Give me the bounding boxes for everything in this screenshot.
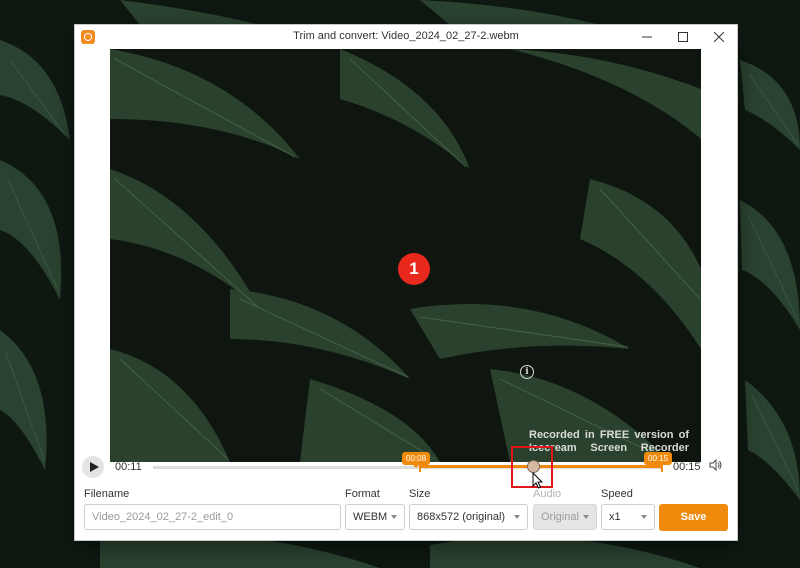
audio-value: Original [541, 511, 579, 523]
maximize-icon [678, 32, 688, 42]
trim-start-marker: 00:08 [402, 452, 431, 468]
close-icon [714, 32, 724, 42]
step-number-badge: 1 [398, 253, 430, 285]
trim-end-handle[interactable]: 00:15 [644, 452, 673, 472]
speed-value: x1 [609, 511, 621, 523]
filename-placeholder: Video_2024_02_27-2_edit_0 [92, 511, 234, 523]
size-value: 868x572 (original) [417, 511, 506, 523]
filename-input[interactable]: Video_2024_02_27-2_edit_0 [84, 504, 341, 530]
title-bar[interactable]: Trim and convert: Video_2024_02_27-2.web… [75, 25, 737, 49]
chevron-down-icon [641, 515, 647, 519]
format-select[interactable]: WEBM [345, 504, 405, 530]
play-button[interactable] [82, 456, 104, 478]
trim-start-handle[interactable]: 00:08 [402, 452, 431, 472]
chevron-down-icon [391, 515, 397, 519]
filename-label: Filename [84, 488, 130, 500]
video-preview[interactable]: 1 i Recorded in FREE version of Icecream… [110, 49, 701, 462]
volume-icon[interactable] [709, 459, 723, 471]
speed-label: Speed [601, 488, 633, 500]
save-button[interactable]: Save [659, 504, 728, 531]
trim-end-marker: 00:15 [644, 452, 673, 468]
size-label: Size [409, 488, 431, 500]
speed-select[interactable]: x1 [601, 504, 655, 530]
chevron-down-icon [514, 515, 520, 519]
chevron-down-icon [583, 515, 589, 519]
current-time: 00:11 [115, 461, 142, 473]
close-button[interactable] [701, 25, 737, 49]
trim-timeline: 00:11 00:08 00:15 00:15 [75, 446, 737, 489]
format-value: WEBM [353, 511, 388, 523]
maximize-button[interactable] [665, 25, 701, 49]
watermark-line-1: Recorded in FREE version of [529, 429, 689, 441]
minimize-icon [642, 36, 652, 38]
audio-select[interactable]: Original [533, 504, 597, 530]
format-label: Format [345, 488, 380, 500]
end-time: 00:15 [673, 461, 701, 473]
mouse-cursor-icon [532, 472, 544, 489]
info-icon[interactable]: i [520, 365, 534, 379]
trim-convert-window: Trim and convert: Video_2024_02_27-2.web… [75, 25, 737, 540]
size-select[interactable]: 868x572 (original) [409, 504, 528, 530]
audio-label: Audio [533, 488, 562, 500]
minimize-button[interactable] [629, 25, 665, 49]
